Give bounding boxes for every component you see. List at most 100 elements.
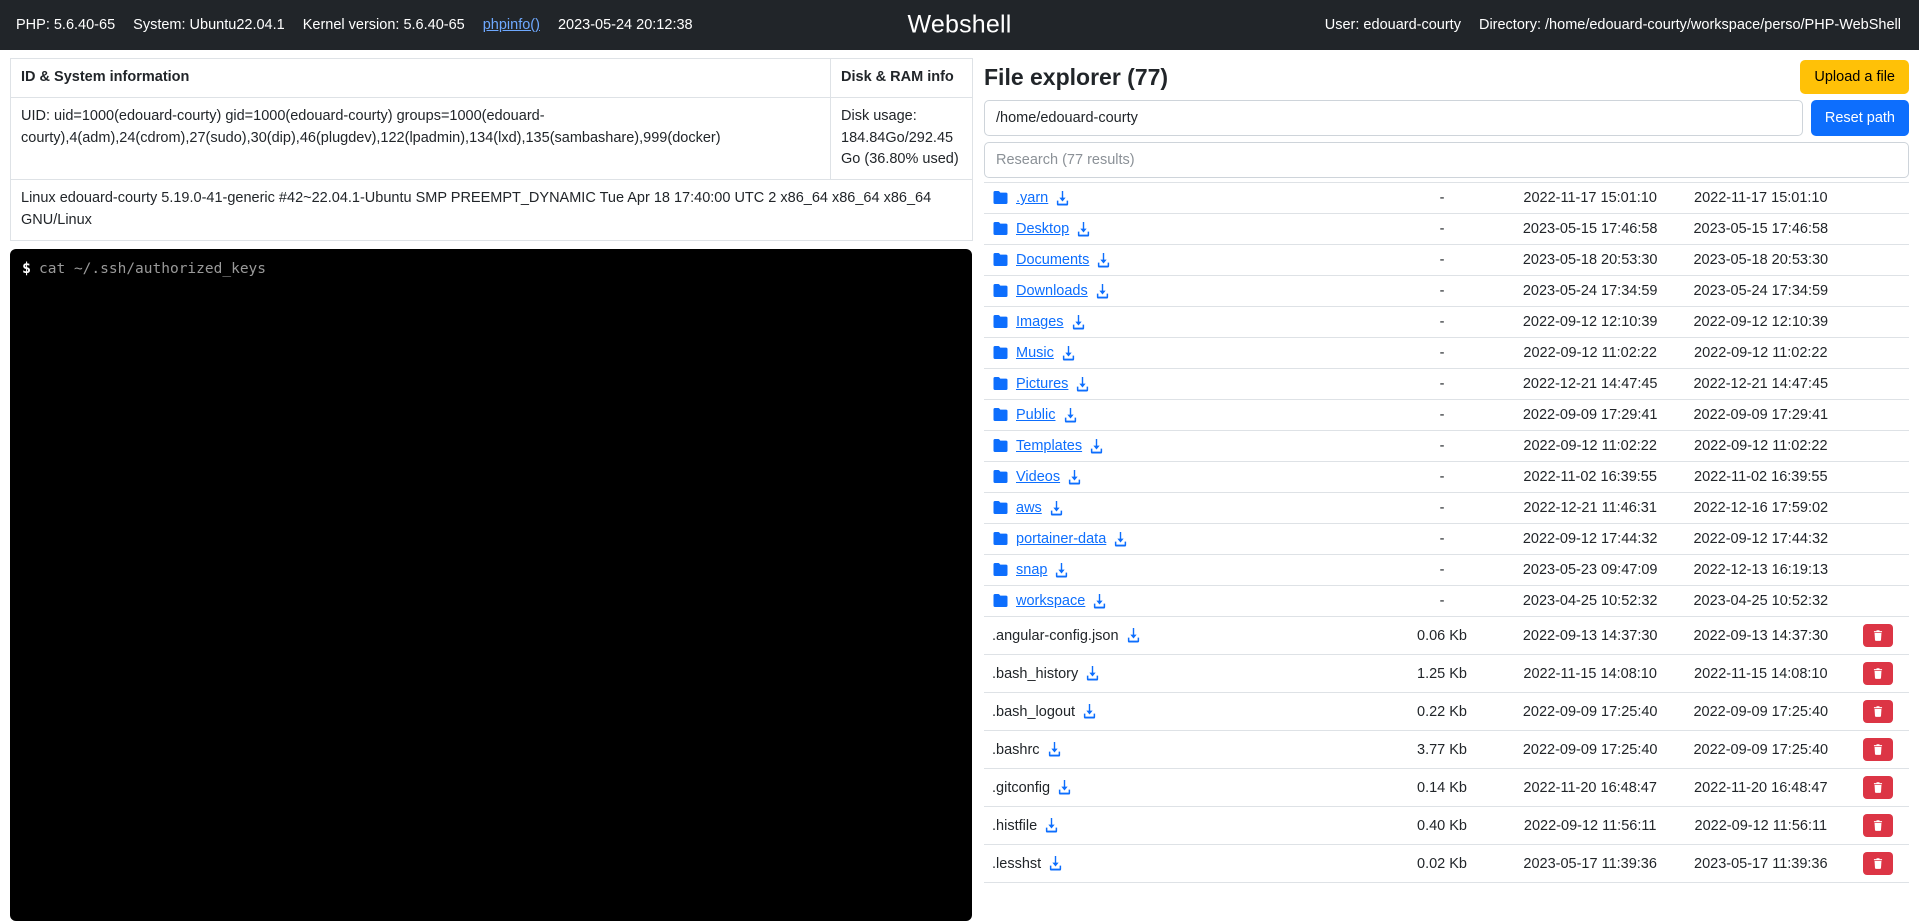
table-row[interactable]: Desktop -2023-05-15 17:46:58 2023-05-15 17… bbox=[984, 213, 1909, 245]
table-row[interactable]: Videos -2022-11-02 16:39:55 2022-11-02 16:… bbox=[984, 461, 1909, 493]
delete-file-button[interactable] bbox=[1862, 776, 1893, 799]
uid-value: UID: uid=1000(edouard-courty) gid=1000(e… bbox=[10, 96, 831, 181]
table-row[interactable]: aws -2022-12-21 11:46:31 2022-12-16 17:59:… bbox=[984, 492, 1909, 524]
row-created-cell: 2022-12-16 17:59:02 bbox=[1675, 492, 1847, 524]
delete-file-button[interactable] bbox=[1862, 738, 1893, 761]
table-row[interactable]: .angular-config.json 0.06 Kb 2022-09-13 14… bbox=[984, 616, 1909, 655]
folder-name-link[interactable]: portainer-data bbox=[1016, 531, 1106, 547]
table-row[interactable]: .bash_history 1.25 Kb 2022-11-15 14:08:10 2… bbox=[984, 654, 1909, 693]
table-row[interactable]: portainer-data -2022-09-12 17:44:32 2022-0… bbox=[984, 523, 1909, 555]
download-icon[interactable] bbox=[1092, 593, 1107, 609]
row-name-cell: .lesshst bbox=[984, 844, 1380, 883]
folder-name-link[interactable]: Downloads bbox=[1016, 283, 1088, 299]
app-title: Webshell bbox=[907, 10, 1012, 39]
folder-name-link[interactable]: aws bbox=[1016, 500, 1042, 516]
terminal-command-input[interactable] bbox=[39, 260, 960, 277]
folder-name-link[interactable]: .yarn bbox=[1016, 190, 1048, 206]
download-icon[interactable] bbox=[1082, 704, 1097, 719]
delete-file-button[interactable] bbox=[1862, 662, 1893, 685]
table-row[interactable]: .yarn -2022-11-17 15:01:10 2022-11-17 15:0… bbox=[984, 183, 1909, 214]
download-icon[interactable] bbox=[1126, 628, 1141, 643]
table-row[interactable]: .bash_logout 0.22 Kb 2022-09-09 17:25:40 20… bbox=[984, 692, 1909, 731]
table-row[interactable]: .histfile 0.40 Kb 2022-09-12 11:56:11 2022-… bbox=[984, 806, 1909, 845]
row-size-cell: - bbox=[1379, 399, 1505, 431]
row-name-cell: Images bbox=[984, 306, 1380, 338]
row-size-cell: - bbox=[1379, 213, 1505, 245]
folder-name-link[interactable]: workspace bbox=[1016, 593, 1085, 609]
file-name-label: .angular-config.json bbox=[992, 627, 1119, 644]
terminal-prompt-symbol: $ bbox=[22, 258, 32, 277]
folder-icon bbox=[992, 439, 1009, 453]
folder-name-link[interactable]: Public bbox=[1016, 407, 1056, 423]
table-row[interactable]: .lesshst 0.02 Kb 2023-05-17 11:39:36 2023-0… bbox=[984, 844, 1909, 883]
folder-name-link[interactable]: Images bbox=[1016, 314, 1064, 330]
table-row[interactable]: Images -2022-09-12 12:10:39 2022-09-12 12:… bbox=[984, 306, 1909, 338]
path-input[interactable] bbox=[984, 100, 1803, 136]
file-list-scroll-container[interactable]: .yarn -2022-11-17 15:01:10 2022-11-17 15:0… bbox=[984, 182, 1909, 921]
download-icon[interactable] bbox=[1085, 666, 1100, 681]
folder-name-link[interactable]: Pictures bbox=[1016, 376, 1068, 392]
row-name-cell: workspace bbox=[984, 585, 1380, 617]
upload-file-button[interactable]: Upload a file bbox=[1800, 60, 1909, 94]
row-actions-cell bbox=[1846, 306, 1909, 338]
row-name-cell: .histfile bbox=[984, 806, 1380, 845]
file-name-label: .bashrc bbox=[992, 741, 1040, 758]
folder-name-link[interactable]: Desktop bbox=[1016, 221, 1069, 237]
folder-name-link[interactable]: Documents bbox=[1016, 252, 1089, 268]
delete-file-button[interactable] bbox=[1862, 624, 1893, 647]
row-modified-cell: 2023-05-23 09:47:09 bbox=[1504, 554, 1676, 586]
folder-name-link[interactable]: Music bbox=[1016, 345, 1054, 361]
kernel-version-label: Kernel version: 5.6.40-65 bbox=[302, 17, 465, 33]
download-icon[interactable] bbox=[1095, 283, 1110, 299]
download-icon[interactable] bbox=[1049, 500, 1064, 516]
download-icon[interactable] bbox=[1055, 190, 1070, 206]
folder-icon bbox=[992, 408, 1009, 422]
delete-file-button[interactable] bbox=[1862, 852, 1893, 875]
table-row[interactable]: Downloads -2023-05-24 17:34:59 2023-05-24 … bbox=[984, 275, 1909, 307]
row-name-cell: Templates bbox=[984, 430, 1380, 462]
table-row[interactable]: workspace -2023-04-25 10:52:32 2023-04-25 … bbox=[984, 585, 1909, 617]
system-label: System: Ubuntu22.04.1 bbox=[133, 17, 285, 33]
download-icon[interactable] bbox=[1057, 780, 1072, 795]
row-modified-cell: 2022-11-02 16:39:55 bbox=[1504, 461, 1676, 493]
download-icon[interactable] bbox=[1071, 314, 1086, 330]
uname-value: Linux edouard-courty 5.19.0-41-generic #… bbox=[10, 179, 973, 241]
table-row[interactable]: Pictures -2022-12-21 14:47:45 2022-12-21 1… bbox=[984, 368, 1909, 400]
download-icon[interactable] bbox=[1044, 818, 1059, 833]
download-icon[interactable] bbox=[1075, 376, 1090, 392]
download-icon[interactable] bbox=[1063, 407, 1078, 423]
table-row[interactable]: snap -2023-05-23 09:47:09 2022-12-13 16:19… bbox=[984, 554, 1909, 586]
folder-name-link[interactable]: Videos bbox=[1016, 469, 1060, 485]
row-size-cell: 0.02 Kb bbox=[1379, 844, 1505, 883]
download-icon[interactable] bbox=[1076, 221, 1091, 237]
row-modified-cell: 2022-09-12 11:56:11 bbox=[1504, 806, 1676, 845]
table-row[interactable]: Public -2022-09-09 17:29:41 2022-09-09 17:… bbox=[984, 399, 1909, 431]
phpinfo-link[interactable]: phpinfo() bbox=[483, 17, 540, 33]
download-icon[interactable] bbox=[1048, 856, 1063, 871]
row-modified-cell: 2022-09-12 11:02:22 bbox=[1504, 337, 1676, 369]
download-icon[interactable] bbox=[1067, 469, 1082, 485]
reset-path-button[interactable]: Reset path bbox=[1810, 100, 1909, 136]
download-icon[interactable] bbox=[1089, 438, 1104, 454]
download-icon[interactable] bbox=[1061, 345, 1076, 361]
download-icon[interactable] bbox=[1113, 531, 1128, 547]
search-input[interactable] bbox=[984, 142, 1909, 178]
table-row[interactable]: .gitconfig 0.14 Kb 2022-11-20 16:48:47 2022… bbox=[984, 768, 1909, 807]
delete-file-button[interactable] bbox=[1862, 814, 1893, 837]
download-icon[interactable] bbox=[1054, 562, 1069, 578]
table-row[interactable]: Documents -2023-05-18 20:53:30 2023-05-18 … bbox=[984, 244, 1909, 276]
folder-name-link[interactable]: Templates bbox=[1016, 438, 1082, 454]
row-modified-cell: 2022-09-12 17:44:32 bbox=[1504, 523, 1676, 555]
row-created-cell: 2022-11-20 16:48:47 bbox=[1675, 768, 1847, 807]
folder-icon bbox=[992, 253, 1009, 267]
table-row[interactable]: .bashrc 3.77 Kb 2022-09-09 17:25:40 2022-09… bbox=[984, 730, 1909, 769]
folder-icon bbox=[992, 594, 1009, 608]
delete-file-button[interactable] bbox=[1862, 700, 1893, 723]
download-icon[interactable] bbox=[1096, 252, 1111, 268]
table-row[interactable]: Music -2022-09-12 11:02:22 2022-09-12 11:0… bbox=[984, 337, 1909, 369]
row-size-cell: 3.77 Kb bbox=[1379, 730, 1505, 769]
terminal-panel[interactable]: $ bbox=[10, 248, 972, 921]
table-row[interactable]: Templates -2022-09-12 11:02:22 2022-09-12 … bbox=[984, 430, 1909, 462]
folder-name-link[interactable]: snap bbox=[1016, 562, 1047, 578]
download-icon[interactable] bbox=[1047, 742, 1062, 757]
